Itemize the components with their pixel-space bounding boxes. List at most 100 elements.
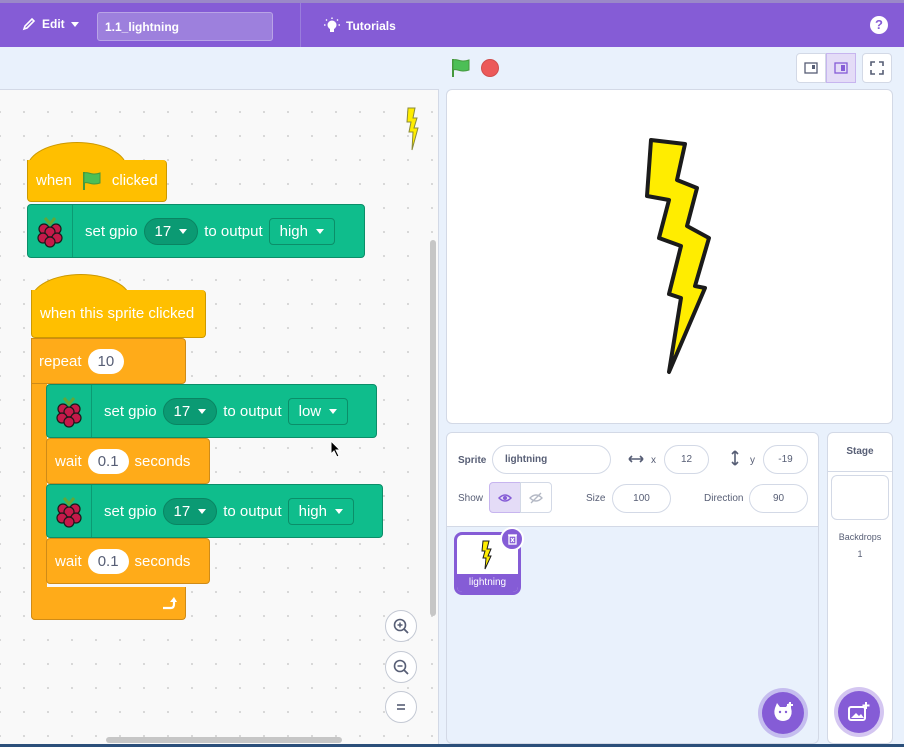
y-label: y	[750, 455, 755, 466]
hide-sprite-button[interactable]	[520, 482, 552, 513]
seconds-label: seconds	[134, 452, 191, 470]
delete-sprite-button[interactable]	[500, 527, 524, 551]
horizontal-scrollbar[interactable]	[106, 737, 342, 743]
small-stage-icon	[804, 62, 818, 74]
tutorials-label: Tutorials	[346, 19, 396, 33]
sprite-label: Sprite	[458, 455, 487, 466]
normal-stage-icon	[834, 62, 848, 74]
chevron-down-icon	[334, 508, 343, 514]
chevron-down-icon	[198, 408, 207, 414]
wait-seconds-input[interactable]: 0.1	[87, 448, 129, 474]
chevron-down-icon	[315, 228, 324, 234]
gpio-pin-dropdown[interactable]: 17	[162, 397, 218, 425]
direction-label: Direction	[704, 493, 744, 504]
raspberry-pi-icon	[28, 205, 73, 257]
pencil-icon	[22, 17, 36, 31]
gpio-pin-dropdown[interactable]: 17	[162, 497, 218, 525]
x-label: x	[651, 455, 656, 466]
to-output-label: to output	[223, 502, 282, 520]
small-stage-button[interactable]	[796, 53, 826, 83]
y-position-input[interactable]: -19	[763, 445, 808, 474]
sprite-name-input[interactable]: lightning	[492, 445, 611, 474]
normal-stage-button[interactable]	[826, 53, 856, 83]
x-position-input[interactable]: 12	[664, 445, 709, 474]
raspberry-pi-icon	[47, 485, 92, 537]
repeat-count-input[interactable]: 10	[87, 348, 125, 374]
when-label: when	[36, 172, 72, 189]
lightbulb-icon	[324, 17, 340, 32]
chevron-down-icon	[329, 408, 338, 414]
chevron-down-icon	[179, 228, 188, 234]
chevron-down-icon	[198, 508, 207, 514]
horizontal-arrow-icon	[628, 455, 644, 463]
fullscreen-button[interactable]	[862, 53, 892, 83]
stage-pane-title: Stage	[828, 433, 892, 472]
backdrops-count: 1	[857, 549, 863, 559]
choose-sprite-button[interactable]	[762, 692, 804, 734]
chevron-down-icon	[70, 21, 79, 27]
size-label: Size	[586, 493, 606, 504]
set-gpio-label: set gpio	[104, 502, 157, 520]
size-input[interactable]: 100	[612, 484, 671, 513]
code-area[interactable]: when clicked set gpio 17 to output high …	[0, 89, 439, 745]
stage-canvas[interactable]	[446, 89, 893, 424]
edit-menu-label: Edit	[42, 17, 65, 31]
zoom-in-icon	[393, 618, 409, 634]
output-level-dropdown[interactable]: low	[287, 397, 349, 425]
project-title-input[interactable]: 1.1_lightning	[97, 12, 273, 41]
seconds-label: seconds	[134, 552, 191, 570]
green-flag-icon	[82, 171, 101, 190]
direction-input[interactable]: 90	[749, 484, 808, 513]
wait-block[interactable]: wait 0.1 seconds	[46, 538, 210, 584]
zoom-reset-button[interactable]	[385, 691, 417, 723]
help-button[interactable]: ?	[870, 16, 888, 34]
output-level-value: high	[279, 222, 308, 240]
loop-arrow-icon	[163, 597, 177, 610]
choose-backdrop-button[interactable]	[838, 691, 880, 733]
set-gpio-block[interactable]: set gpio 17 to output high	[27, 204, 365, 258]
set-gpio-block[interactable]: set gpio 17 to output high	[46, 484, 383, 538]
when-sprite-clicked-label: when this sprite clicked	[40, 305, 195, 322]
green-flag-icon[interactable]	[450, 57, 472, 79]
repeat-label: repeat	[39, 352, 82, 370]
sprite-info-panel: Sprite lightning x 12 y -19 Show Size 10…	[447, 433, 818, 527]
sprite-corner-icon	[406, 107, 419, 151]
wait-seconds-input[interactable]: 0.1	[87, 548, 129, 574]
gpio-pin-dropdown[interactable]: 17	[143, 217, 199, 245]
set-gpio-label: set gpio	[85, 222, 138, 240]
output-level-dropdown[interactable]: high	[287, 497, 354, 525]
trash-icon	[507, 534, 517, 545]
sprite-pane: Sprite lightning x 12 y -19 Show Size 10…	[446, 432, 819, 744]
lightning-thumbnail-icon	[481, 540, 492, 570]
vertical-scrollbar[interactable]	[430, 240, 436, 616]
zoom-out-button[interactable]	[385, 651, 417, 683]
when-flag-clicked-block[interactable]: when clicked	[27, 160, 167, 202]
wait-label: wait	[55, 452, 82, 470]
gpio-pin-value: 17	[173, 502, 191, 520]
fullscreen-icon	[870, 61, 884, 75]
output-level-dropdown[interactable]: high	[268, 217, 335, 245]
show-label: Show	[458, 493, 484, 504]
when-sprite-clicked-block[interactable]: when this sprite clicked	[31, 290, 206, 338]
backdrop-thumbnail[interactable]	[831, 475, 889, 520]
gpio-pin-value: 17	[154, 222, 172, 240]
backdrops-label: Backdrops	[838, 532, 882, 542]
eye-crossed-icon	[529, 492, 543, 503]
output-level-value: high	[298, 502, 327, 520]
edit-menu[interactable]: Edit	[22, 17, 79, 31]
tutorials-button[interactable]: Tutorials	[323, 17, 396, 35]
set-gpio-block[interactable]: set gpio 17 to output low	[46, 384, 377, 438]
stop-button[interactable]	[481, 59, 499, 77]
lightning-sprite[interactable]	[643, 136, 713, 376]
repeat-block-footer[interactable]	[31, 587, 186, 620]
output-level-value: low	[298, 402, 322, 420]
zoom-in-button[interactable]	[385, 610, 417, 642]
sprite-thumbnail-label: lightning	[457, 574, 518, 592]
add-backdrop-icon	[848, 702, 870, 721]
mouse-cursor-icon	[330, 440, 342, 458]
show-sprite-button[interactable]	[489, 482, 521, 513]
repeat-block[interactable]: repeat 10	[31, 338, 186, 384]
to-output-label: to output	[204, 222, 263, 240]
wait-block[interactable]: wait 0.1 seconds	[46, 438, 210, 484]
wait-label: wait	[55, 552, 82, 570]
